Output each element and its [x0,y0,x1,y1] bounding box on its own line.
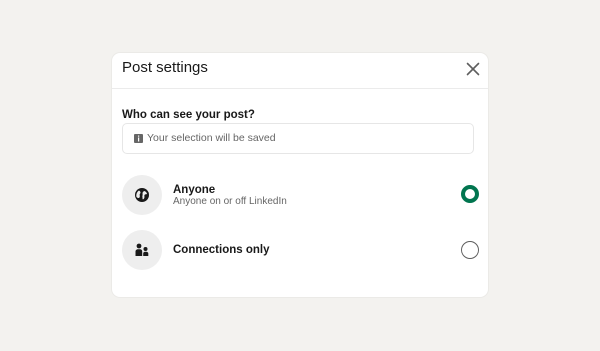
option-icon-circle [122,230,162,270]
notice-box: Your selection will be saved [122,123,474,154]
notice-text: Your selection will be saved [147,132,276,144]
option-title: Anyone [173,184,216,196]
radio-connections[interactable] [461,241,479,259]
visibility-option-connections[interactable]: Connections only [112,226,488,274]
radio-anyone[interactable] [461,185,479,203]
option-subtitle: Anyone on or off LinkedIn [173,196,287,207]
close-button[interactable] [462,58,484,80]
modal-title: Post settings [122,59,208,76]
globe-icon [135,188,149,202]
info-icon [134,134,143,143]
people-icon [135,243,149,256]
visibility-option-anyone[interactable]: Anyone Anyone on or off LinkedIn [112,171,488,219]
option-title: Connections only [173,244,270,256]
post-settings-modal: Post settings Who can see your post? You… [112,53,488,297]
close-icon [466,62,480,76]
modal-header: Post settings [112,53,488,89]
option-icon-circle [122,175,162,215]
visibility-label: Who can see your post? [122,109,255,121]
